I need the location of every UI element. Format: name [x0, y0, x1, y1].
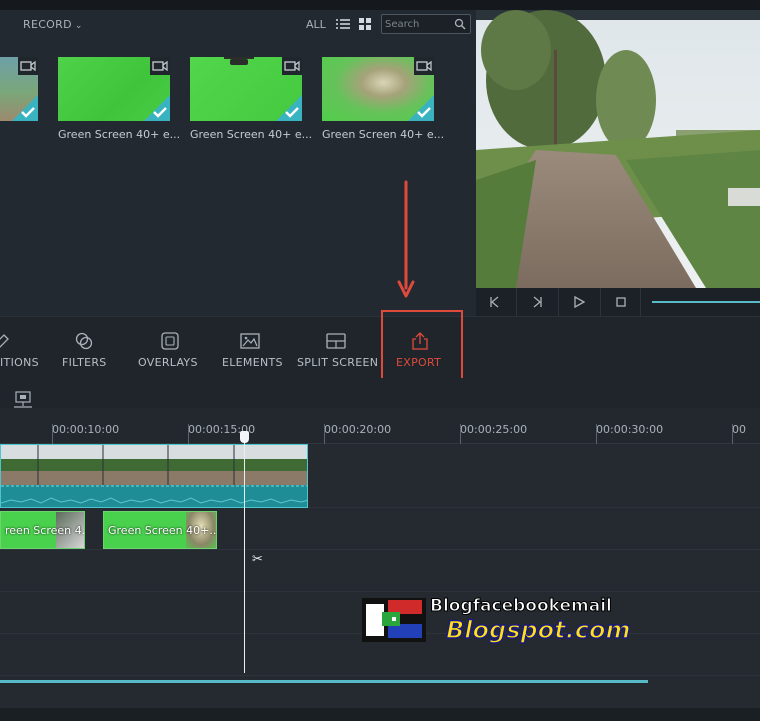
overlays-label: OVERLAYS [138, 356, 198, 369]
stop-icon[interactable] [614, 295, 628, 309]
watermark: Blogfacebookemail Blogspot.com [362, 596, 662, 654]
green-screen-clip[interactable]: reen Screen 4... [0, 511, 85, 549]
video-camera-icon [150, 57, 170, 75]
checkmark-icon [417, 107, 431, 118]
monitor-icon[interactable] [13, 391, 33, 409]
watermark-logo [362, 598, 426, 642]
separator [640, 288, 641, 316]
clip-label: reen Screen 4... [5, 524, 85, 537]
watermark-line2: Blogspot.com [445, 615, 631, 645]
video-camera-icon [414, 57, 434, 75]
record-label: RECORD [23, 18, 72, 31]
tick-label: 00:00:25:00 [460, 423, 528, 436]
transitions-tool[interactable]: ITIONS [0, 317, 48, 379]
separator [558, 288, 559, 316]
tick-mark [460, 424, 461, 444]
chevron-down-icon: ⌄ [74, 21, 83, 31]
timeline-header [0, 378, 760, 408]
record-dropdown[interactable]: RECORD ⌄ [23, 18, 83, 31]
top-bar [0, 0, 760, 10]
grid-view-icon[interactable] [359, 18, 371, 30]
preview-frame [476, 10, 760, 288]
filters-icon [75, 332, 93, 350]
transitions-label: ITIONS [0, 356, 39, 369]
checkmark-icon [153, 107, 167, 118]
preview-controls [476, 288, 760, 316]
separator [600, 288, 601, 316]
search-icon[interactable] [454, 18, 466, 30]
split-screen-label: SPLIT SCREEN [297, 356, 379, 369]
transitions-icon [0, 334, 9, 348]
tick-label: 00 [732, 423, 746, 436]
preview-video[interactable] [476, 10, 760, 288]
tick-label: 00:00:10:00 [52, 423, 120, 436]
filter-all[interactable]: ALL [306, 18, 326, 31]
thumbnail-label: Green Screen 40+ e... [190, 128, 313, 141]
watermark-line1: Blogfacebookemail [430, 596, 613, 617]
timeline-scrollbar[interactable] [0, 680, 648, 683]
media-thumbnail[interactable] [190, 57, 302, 121]
checkmark-icon [285, 107, 299, 118]
tick-label: 00:00:20:00 [324, 423, 392, 436]
playhead-line [244, 436, 245, 673]
elements-tool[interactable]: ELEMENTS [218, 317, 288, 379]
playback-progress-bar[interactable] [652, 301, 760, 303]
filters-label: FILTERS [62, 356, 107, 369]
media-toolbar: RECORD ⌄ ALL [0, 14, 476, 42]
thumbnail-label: Green Screen 40+ e... [322, 128, 445, 141]
green-screen-clip[interactable]: Green Screen 40+... [103, 511, 217, 549]
empty-track [0, 550, 760, 592]
media-thumbnail[interactable] [0, 57, 38, 121]
overlays-tool[interactable]: OVERLAYS [134, 317, 204, 379]
scissors-icon[interactable]: ✂ [252, 552, 263, 567]
split-screen-tool[interactable]: SPLIT SCREEN [296, 317, 378, 379]
tick-mark [52, 424, 53, 444]
overlays-icon [161, 332, 179, 350]
split-screen-icon [326, 333, 346, 349]
video-camera-icon [282, 57, 302, 75]
step-forward-icon[interactable] [530, 295, 544, 309]
clip-label: Green Screen 40+... [108, 524, 217, 537]
image-icon [240, 333, 260, 349]
tick-label: 00:00:30:00 [596, 423, 664, 436]
checkmark-icon [21, 107, 35, 118]
tick-mark [596, 424, 597, 444]
tools-bar: ITIONS FILTERS OVERLAYS ELEMENTS SPLIT S… [0, 316, 760, 378]
search-input[interactable] [385, 17, 455, 31]
elements-label: ELEMENTS [222, 356, 283, 369]
media-thumbnail[interactable] [322, 57, 434, 121]
video-clip[interactable] [0, 444, 308, 508]
media-thumbnail[interactable] [58, 57, 170, 121]
search-box [381, 14, 471, 34]
video-clip-frames [1, 445, 307, 507]
tick-mark [732, 424, 733, 444]
bottom-strip [0, 708, 760, 721]
separator [516, 288, 517, 316]
drone-graphic [224, 57, 254, 65]
skip-back-icon[interactable] [488, 295, 502, 309]
list-view-icon[interactable] [336, 18, 350, 30]
video-camera-icon [18, 57, 38, 75]
playhead-handle[interactable] [240, 431, 249, 443]
filters-tool[interactable]: FILTERS [56, 317, 116, 379]
tick-mark [188, 424, 189, 444]
annotation-arrow [397, 180, 415, 298]
tick-mark [324, 424, 325, 444]
play-icon[interactable] [572, 295, 586, 309]
thumbnail-label: Green Screen 40+ e... [58, 128, 181, 141]
